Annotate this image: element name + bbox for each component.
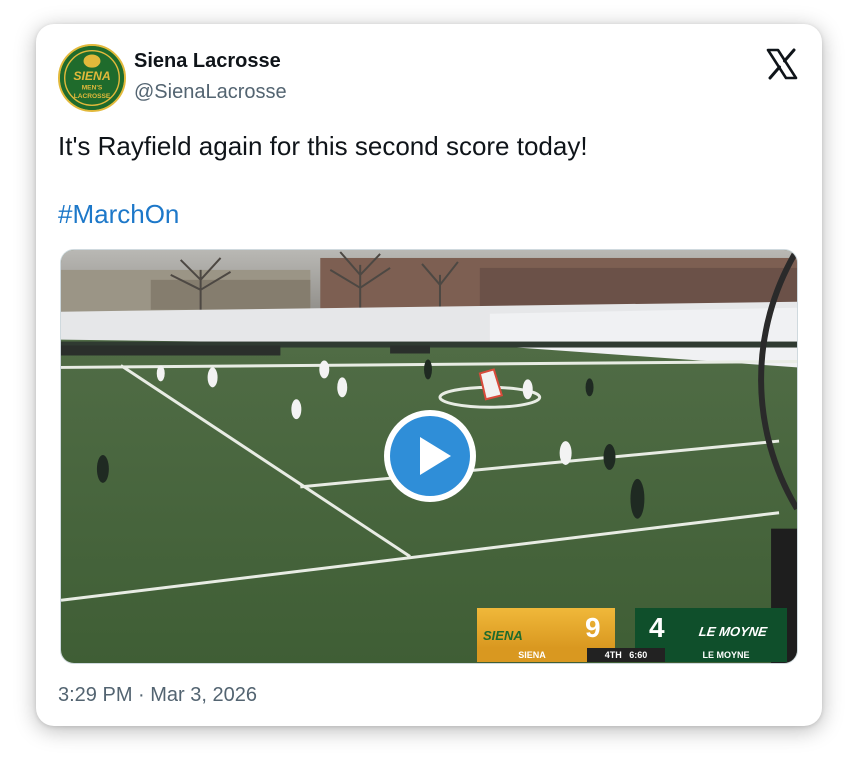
away-score: 4 bbox=[649, 612, 665, 643]
clock-label: 6:60 bbox=[629, 650, 648, 660]
away-team-logo: LE MOYNE bbox=[697, 624, 768, 639]
tweet-timestamp[interactable]: 3:29 PM · Mar 3, 2026 bbox=[58, 684, 257, 707]
home-team-panel: SIENA 9 bbox=[477, 608, 615, 648]
home-team-logo: SIENA bbox=[483, 628, 523, 643]
display-name[interactable]: Siena Lacrosse bbox=[134, 50, 281, 73]
scoreboard-overlay: SIENA 9 4 LE MOYNE SIENA 4TH 6:60 LE MOY… bbox=[477, 608, 787, 662]
x-logo-icon[interactable] bbox=[766, 48, 798, 80]
svg-text:LACROSSE: LACROSSE bbox=[74, 93, 111, 100]
away-team-name: LE MOYNE bbox=[665, 648, 787, 662]
user-handle[interactable]: @SienaLacrosse bbox=[134, 81, 287, 104]
video-player[interactable]: SIENA 9 4 LE MOYNE SIENA 4TH 6:60 LE MOY… bbox=[60, 249, 798, 664]
home-score: 9 bbox=[585, 612, 601, 643]
game-clock: 4TH 6:60 bbox=[587, 648, 665, 662]
hashtag-link[interactable]: #MarchOn bbox=[58, 199, 179, 230]
play-icon bbox=[390, 416, 470, 496]
home-team-name: SIENA bbox=[477, 648, 587, 662]
tweet-text: It's Rayfield again for this second scor… bbox=[58, 131, 588, 161]
period-label: 4TH bbox=[604, 650, 622, 660]
tweet-card[interactable]: SIENA MEN'S LACROSSE Siena Lacrosse @Sie… bbox=[36, 24, 822, 726]
svg-text:MEN'S: MEN'S bbox=[82, 84, 103, 91]
siena-logo-icon: SIENA MEN'S LACROSSE bbox=[60, 46, 124, 110]
play-button[interactable] bbox=[384, 410, 476, 502]
svg-text:SIENA: SIENA bbox=[73, 69, 110, 83]
avatar[interactable]: SIENA MEN'S LACROSSE bbox=[58, 44, 126, 112]
